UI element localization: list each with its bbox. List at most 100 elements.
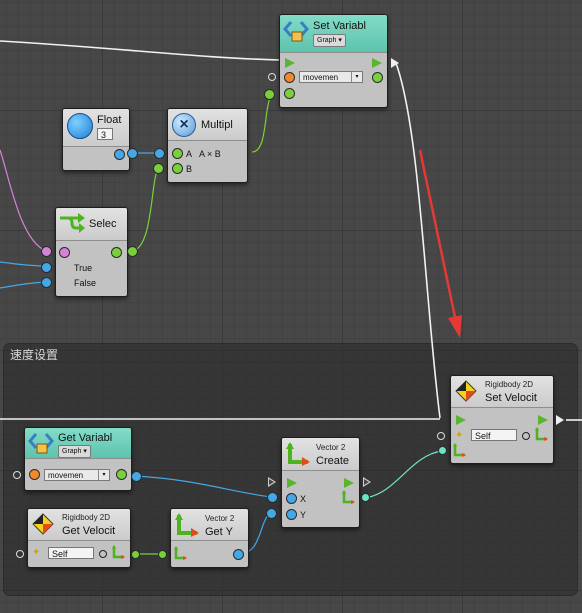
node-title: Get Variabl <box>58 432 113 444</box>
scope-dropdown[interactable]: Graph ▾ <box>58 445 91 458</box>
flow-out-port[interactable] <box>372 58 382 68</box>
wire-true-to-select <box>0 261 47 267</box>
set-variable-unconnected-ring[interactable] <box>268 73 276 81</box>
y-in-port[interactable] <box>286 509 297 520</box>
value-in-port[interactable] <box>284 88 295 99</box>
select-true-port[interactable] <box>41 262 52 273</box>
node-title: Set Variabl <box>313 20 366 32</box>
flow-wire-in-top <box>0 40 281 61</box>
y-label: Y <box>300 510 307 520</box>
select-condition-dot[interactable] <box>41 246 52 257</box>
x-in-port[interactable] <box>286 493 297 504</box>
flow-in-port[interactable] <box>287 478 297 488</box>
value-out-port[interactable] <box>372 72 383 83</box>
target-field[interactable]: Self <box>48 547 94 559</box>
vector2-icon <box>286 442 310 466</box>
multiply-a-in-dot[interactable] <box>154 148 165 159</box>
set-variable-flow-out-arrow[interactable] <box>391 58 399 68</box>
wire-multiply-to-set-var <box>251 92 276 153</box>
vector2-in-icon[interactable] <box>174 546 188 560</box>
scope-label: Graph <box>317 37 337 44</box>
node-get-velocity[interactable]: Rigidbody 2D Get Velocit ✦ Self <box>27 508 131 568</box>
node-get-y[interactable]: Vector 2 Get Y <box>170 508 249 568</box>
flow-in-port[interactable] <box>285 58 295 68</box>
wire-select-to-multiply <box>130 167 161 252</box>
node-set-velocity[interactable]: Rigidbody 2D Set Velocit ✦ Self <box>450 375 554 464</box>
scope-label: Graph <box>62 448 82 455</box>
flow-out-port[interactable] <box>538 415 548 425</box>
create-out-dot[interactable] <box>361 493 370 502</box>
flow-in-port[interactable] <box>456 415 466 425</box>
node-header: Vector 2 Get Y <box>171 509 248 541</box>
float-out-dot[interactable] <box>127 148 138 159</box>
input-a-port[interactable] <box>172 148 183 159</box>
dropdown-arrow-icon: ▾ <box>83 448 87 455</box>
node-category: Vector 2 <box>316 443 346 452</box>
velocity-vector-icon[interactable] <box>453 443 467 457</box>
get-y-in-dot[interactable] <box>158 550 167 559</box>
set-velocity-unconnected-ring[interactable] <box>437 432 445 440</box>
node-select[interactable]: Selec True False <box>55 207 128 297</box>
node-title: Set Velocit <box>485 392 537 404</box>
node-title: Get Velocit <box>62 525 116 537</box>
variable-icon <box>283 21 309 42</box>
target-field[interactable]: Self <box>471 429 517 441</box>
input-b-port[interactable] <box>172 163 183 174</box>
false-label: False <box>74 278 97 288</box>
get-velocity-out-dot[interactable] <box>131 550 140 559</box>
node-set-variable[interactable]: Set Variabl Graph ▾ movemen ▾ <box>279 14 388 108</box>
dropdown-arrow-icon: ▾ <box>338 37 342 44</box>
input-a-label: A <box>186 149 193 159</box>
float-value-field[interactable]: 3 <box>97 128 113 140</box>
wire-false-to-select <box>0 281 47 289</box>
scope-dropdown[interactable]: Graph ▾ <box>313 34 346 47</box>
get-velocity-unconnected-ring[interactable] <box>16 550 24 558</box>
node-header: Vector 2 Create <box>282 438 359 471</box>
node-float[interactable]: Float 3 <box>62 108 130 171</box>
set-variable-value-in-dot[interactable] <box>264 89 275 100</box>
create-y-dot[interactable] <box>266 508 277 519</box>
velocity-out-icon[interactable] <box>112 545 126 559</box>
vector2-out-icon[interactable] <box>342 490 356 504</box>
variable-name-dropdown[interactable]: movemen ▾ <box>299 71 363 83</box>
select-false-port[interactable] <box>41 277 52 288</box>
select-output-dot[interactable] <box>127 246 138 257</box>
node-get-variable[interactable]: Get Variabl Graph ▾ movemen ▾ <box>24 427 132 491</box>
annotation-arrow <box>418 149 458 323</box>
node-title: Multipl <box>201 119 233 131</box>
rigidbody-out-icon[interactable] <box>535 427 549 441</box>
variable-name-dropdown[interactable]: movemen ▾ <box>44 469 110 481</box>
multiply-b-in-dot[interactable] <box>153 163 164 174</box>
target-unlinked-ring[interactable] <box>99 550 107 558</box>
node-vector2-create[interactable]: Vector 2 Create X Y <box>281 437 360 528</box>
flow-out-port[interactable] <box>344 478 354 488</box>
select-out-port[interactable] <box>111 247 122 258</box>
get-variable-unconnected-ring[interactable] <box>13 471 21 479</box>
node-title: Float <box>97 114 122 126</box>
formula-label: A × B <box>199 149 221 159</box>
variable-name-port[interactable] <box>284 72 295 83</box>
rigidbody-target-icon: ✦ <box>32 547 41 558</box>
velocity-in-dot[interactable] <box>438 446 447 455</box>
create-flow-out-arrow[interactable] <box>363 477 371 487</box>
multiply-icon: × <box>172 113 196 137</box>
y-out-port[interactable] <box>233 549 244 560</box>
true-label: True <box>74 263 93 273</box>
float-circle-icon <box>67 113 93 139</box>
get-variable-out-dot[interactable] <box>131 471 142 482</box>
node-header: Float 3 <box>63 109 129 147</box>
create-x-dot[interactable] <box>267 492 278 503</box>
variable-name-port[interactable] <box>29 469 40 480</box>
target-unlinked-ring[interactable] <box>522 432 530 440</box>
node-header: Get Variabl Graph ▾ <box>25 428 131 459</box>
value-out-port[interactable] <box>116 469 127 480</box>
dropdown-arrow-icon: ▾ <box>351 72 362 82</box>
wire-getvar-to-x <box>135 475 273 498</box>
float-out-port[interactable] <box>114 149 125 160</box>
condition-port[interactable] <box>59 247 70 258</box>
set-velocity-flow-out-arrow[interactable] <box>556 415 564 425</box>
node-multiply[interactable]: × Multipl A A × B B <box>167 108 248 183</box>
variable-icon <box>28 433 54 454</box>
create-flow-in-arrow[interactable] <box>268 477 276 487</box>
vector2-icon <box>175 513 199 537</box>
